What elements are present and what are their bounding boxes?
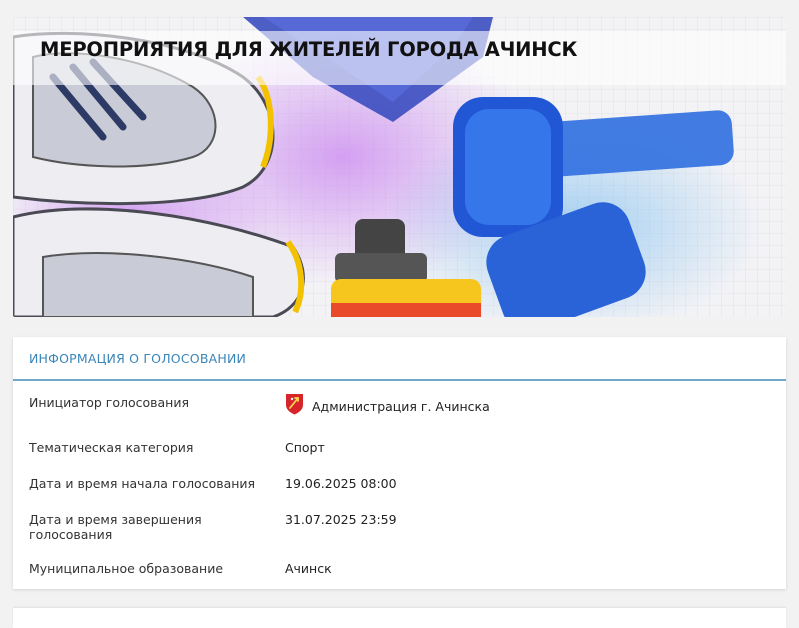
banner: МЕРОПРИЯТИЯ ДЛЯ ЖИТЕЛЕЙ ГОРОДА АЧИНСК	[13, 17, 786, 317]
voting-info-title: ИНФОРМАЦИЯ О ГОЛОСОВАНИИ	[29, 351, 247, 366]
category-label: Тематическая категория	[29, 440, 194, 455]
banner-illustration	[13, 17, 786, 317]
initiator-name: Администрация г. Ачинска	[312, 398, 490, 414]
category-value: Спорт	[285, 440, 325, 455]
municipality-label: Муниципальное образование	[29, 561, 224, 576]
voting-info-card: ИНФОРМАЦИЯ О ГОЛОСОВАНИИ Инициатор голос…	[13, 337, 786, 589]
end-date-label: Дата и время завершения голосования	[29, 512, 202, 542]
voting-info-header: ИНФОРМАЦИЯ О ГОЛОСОВАНИИ	[13, 337, 786, 381]
page-title: МЕРОПРИЯТИЯ ДЛЯ ЖИТЕЛЕЙ ГОРОДА АЧИНСК	[40, 38, 578, 61]
initiator-value: Администрация г. Ачинска	[285, 393, 490, 415]
start-date-value: 19.06.2025 08:00	[285, 476, 397, 491]
municipality-value: Ачинск	[285, 561, 332, 576]
end-date-value: 31.07.2025 23:59	[285, 512, 397, 527]
initiator-label: Инициатор голосования	[29, 395, 189, 410]
start-date-label: Дата и время начала голосования	[29, 476, 256, 491]
coat-of-arms-icon	[285, 393, 304, 415]
next-card	[13, 608, 786, 628]
